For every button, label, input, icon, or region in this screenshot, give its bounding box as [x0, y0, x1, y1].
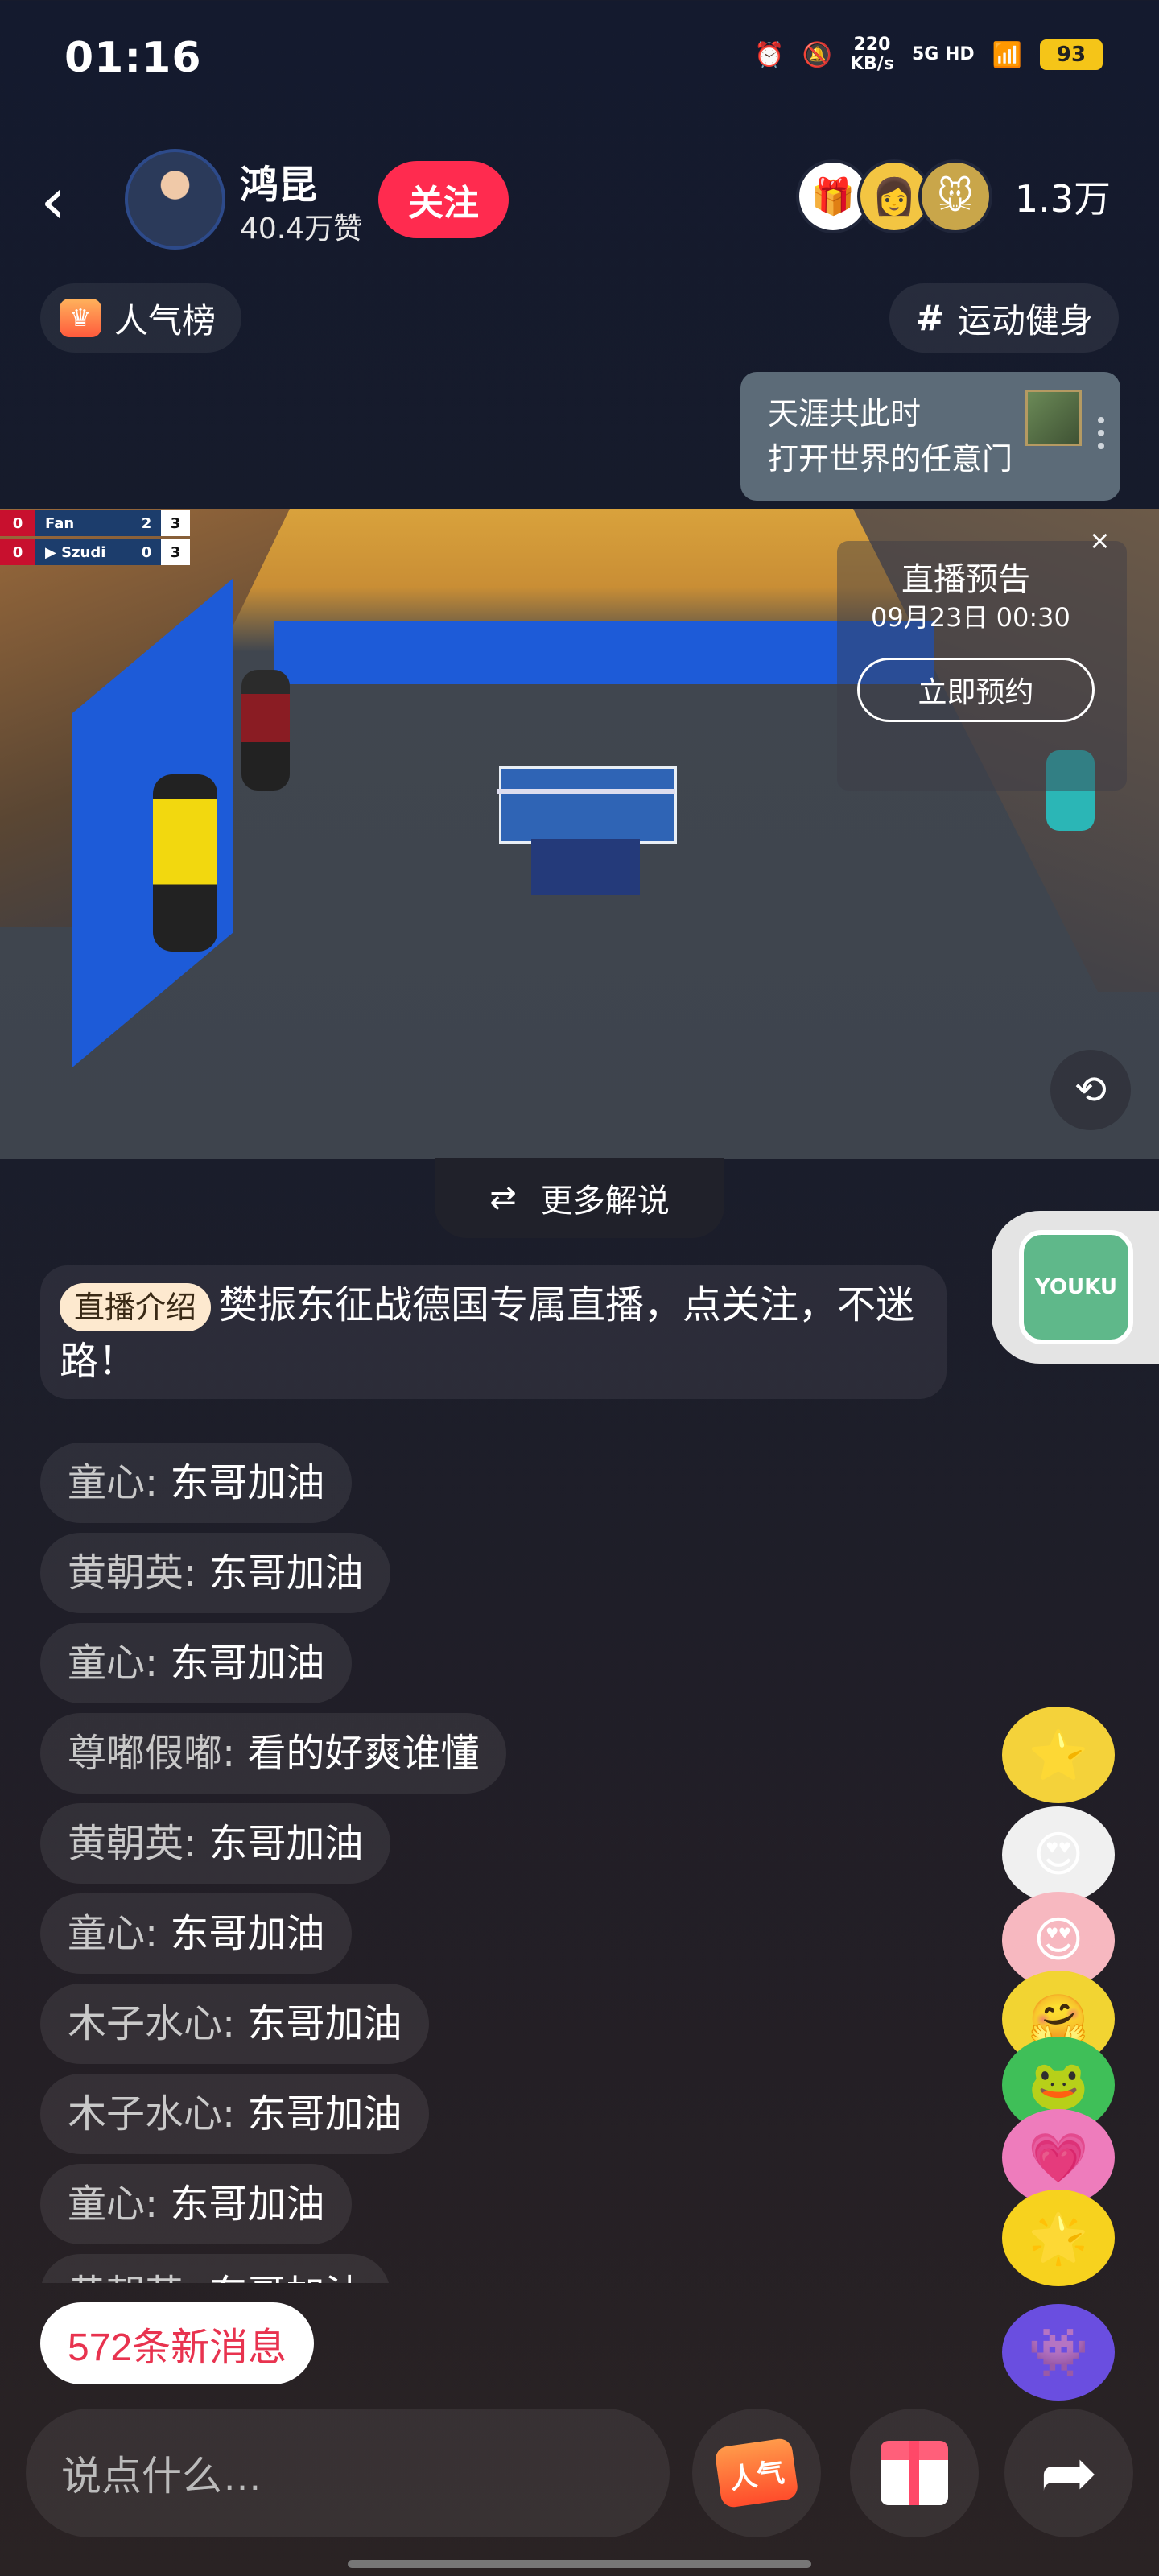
purple-sticker-icon: 👾 [1002, 2304, 1115, 2401]
gift-icon [881, 2441, 948, 2505]
chat-message[interactable]: 黄朝英: 东哥加油 [40, 1803, 391, 1884]
ad-board [274, 621, 934, 684]
chat-message[interactable]: 尊嘟假嘟: 看的好爽谁懂 [40, 1713, 507, 1794]
viewer-avatar[interactable]: 🐭 [918, 159, 992, 233]
player-red [241, 670, 290, 791]
chat-message[interactable]: 黄朝英: 东哥加油 [40, 1533, 391, 1613]
mute-icon: 🔕 [802, 40, 832, 69]
comment-input[interactable]: 说点什么… [26, 2409, 670, 2537]
chat-message[interactable]: 童心: 东哥加油 [40, 1623, 353, 1703]
table-base [531, 839, 640, 895]
viewer-list[interactable]: 🎁 👩 🐭 1.3万 [795, 159, 1111, 233]
intro-tag: 直播介绍 [60, 1283, 212, 1331]
popularity-icon: 人气 [714, 2437, 799, 2509]
swap-icon: ⇄ [489, 1179, 517, 1216]
rank-label: 人气榜 [114, 300, 217, 341]
yellow-star-sticker-icon: 🌟 [1002, 2190, 1115, 2286]
new-messages-button[interactable]: 572条新消息 [40, 2302, 315, 2384]
scoreboard: 0 Fan 2 3 0 ▶ Szudi 0 3 [0, 509, 201, 567]
youku-widget[interactable]: YOUKU [992, 1211, 1159, 1364]
status-icons: ⏰ 🔕 220 KB/s 5G HD 📶 93 [754, 35, 1103, 74]
category-label: 运动健身 [957, 300, 1093, 341]
chat-message[interactable]: 木子水心: 东哥加油 [40, 2074, 430, 2154]
chat-message[interactable]: 童心: 东哥加油 [40, 2164, 353, 2244]
close-icon[interactable]: × [1089, 525, 1111, 555]
viewer-count[interactable]: 1.3万 [1015, 170, 1111, 223]
heart-eyes-sticker-icon: 😍 [1002, 1806, 1115, 1903]
star-sticker-icon: ⭐ [1002, 1707, 1115, 1803]
popularity-button[interactable]: 人气 [692, 2409, 821, 2537]
host-name[interactable]: 鸿昆 [240, 153, 317, 209]
preview-date: 09月23日 00:30 [871, 602, 1070, 633]
ping-pong-table [499, 766, 677, 844]
wifi-icon: 📶 [992, 40, 1022, 69]
carousel-dots [1098, 417, 1104, 449]
more-commentary-label: 更多解说 [540, 1183, 670, 1220]
host-avatar[interactable] [125, 149, 225, 250]
battery-indicator: 93 [1040, 39, 1103, 70]
back-button[interactable]: ‹ [40, 165, 89, 237]
table-net [497, 789, 675, 794]
crown-icon: ♛ [60, 299, 101, 337]
home-indicator[interactable] [348, 2560, 811, 2568]
follow-button[interactable]: 关注 [378, 161, 509, 238]
score-row: 0 Fan 2 3 [0, 509, 201, 538]
rotate-screen-icon[interactable]: ⟲ [1050, 1050, 1131, 1130]
share-icon: ➦ [1039, 2433, 1099, 2513]
share-button[interactable]: ➦ [1004, 2409, 1133, 2537]
youku-logo: YOUKU [1019, 1230, 1133, 1344]
signal-indicator: 5G HD [911, 44, 975, 64]
net-speed: 220 KB/s [849, 35, 894, 74]
hashtag-icon: # [915, 297, 945, 339]
chat-list[interactable]: 童心: 东哥加油 黄朝英: 东哥加油 童心: 东哥加油 尊嘟假嘟: 看的好爽谁懂… [40, 1443, 765, 2283]
chat-message[interactable]: 童心: 东哥加油 [40, 1443, 353, 1523]
gift-button[interactable] [850, 2409, 979, 2537]
player-yellow [153, 774, 217, 952]
alarm-icon: ⏰ [754, 40, 785, 69]
popularity-rank-pill[interactable]: ♛ 人气榜 [40, 283, 242, 353]
chat-message[interactable]: 童心: 东哥加油 [40, 1893, 353, 1974]
preview-title: 直播预告 [901, 561, 1030, 598]
reserve-button[interactable]: 立即预约 [857, 658, 1095, 722]
live-intro-card: 直播介绍 樊振东征战德国专属直播，点关注，不迷路！ [40, 1265, 947, 1399]
live-video[interactable]: 0 Fan 2 3 0 ▶ Szudi 0 3 × 直播预告 09月23日 00… [0, 509, 1159, 1159]
chat-message[interactable]: 木子水心: 东哥加油 [40, 1984, 430, 2064]
category-pill[interactable]: # 运动健身 [889, 283, 1119, 353]
score-row: 0 ▶ Szudi 0 3 [0, 538, 201, 567]
status-time: 01:16 [64, 34, 202, 82]
more-commentary-tab[interactable]: ⇄ 更多解说 [435, 1158, 724, 1238]
chat-message[interactable]: 黄朝英: 东哥加油 [40, 2254, 391, 2283]
promo-card[interactable]: 天涯共此时 打开世界的任意门 [740, 372, 1120, 501]
door-thumbnail [1025, 390, 1082, 446]
host-likes: 40.4万赞 [240, 213, 363, 246]
